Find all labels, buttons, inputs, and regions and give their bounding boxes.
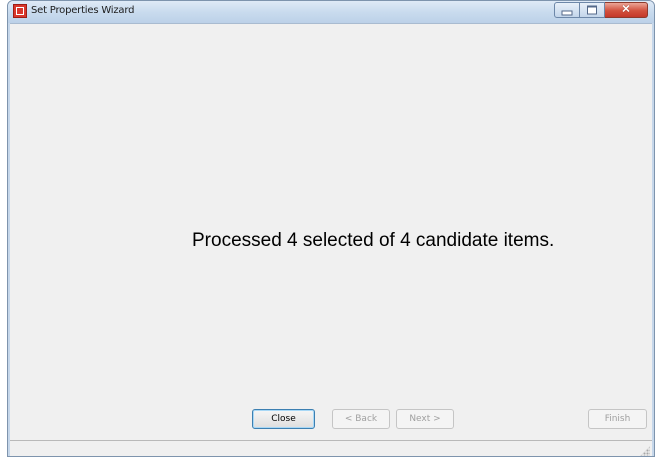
title-bar[interactable]: Set Properties Wizard ✕ xyxy=(8,1,654,23)
resize-grip-icon[interactable] xyxy=(640,446,650,456)
maximize-icon xyxy=(587,5,597,15)
close-button[interactable]: Close xyxy=(252,409,315,429)
maximize-button[interactable] xyxy=(580,2,605,18)
close-window-button[interactable]: ✕ xyxy=(605,2,648,18)
caption-buttons: ✕ xyxy=(554,2,648,19)
app-icon-glyph xyxy=(16,7,24,15)
result-message: Processed 4 selected of 4 candidate item… xyxy=(192,230,555,251)
window-title: Set Properties Wizard xyxy=(31,5,135,16)
finish-button[interactable]: Finish xyxy=(588,409,647,429)
next-button[interactable]: Next > xyxy=(396,409,454,429)
minimize-button[interactable] xyxy=(554,2,580,18)
wizard-window: Set Properties Wizard ✕ Processed 4 sele… xyxy=(7,0,655,457)
back-button[interactable]: < Back xyxy=(332,409,390,429)
status-bar xyxy=(10,440,652,456)
close-icon: ✕ xyxy=(621,3,631,16)
wizard-content: Processed 4 selected of 4 candidate item… xyxy=(10,23,652,440)
app-icon[interactable] xyxy=(13,4,27,18)
minimize-icon xyxy=(561,10,573,16)
